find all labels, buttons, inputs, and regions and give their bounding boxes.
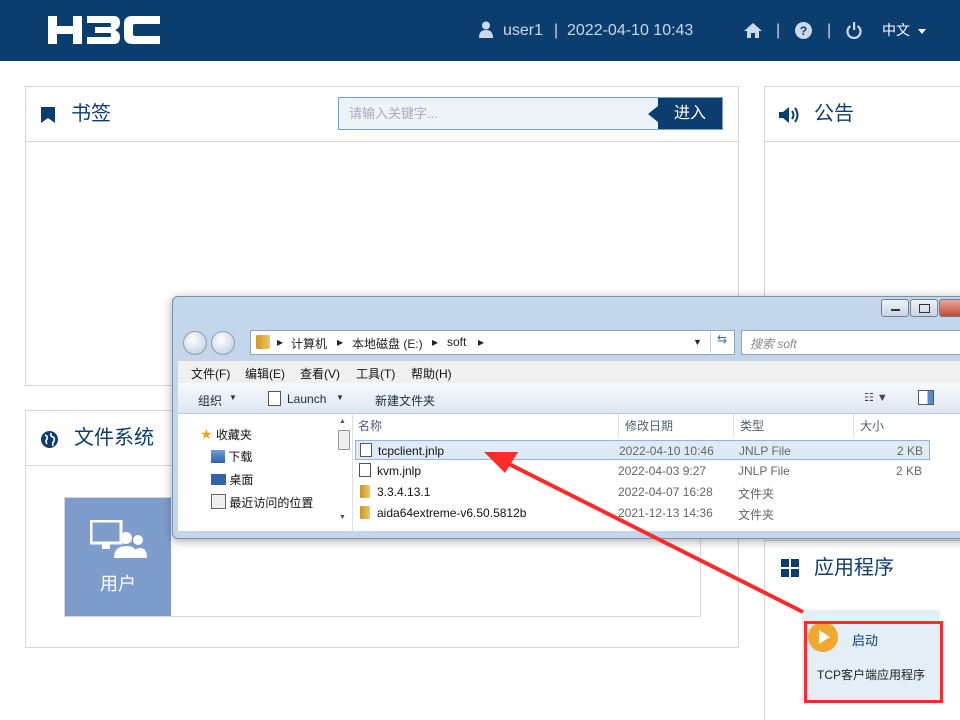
annotation-arrow-icon — [484, 452, 804, 614]
